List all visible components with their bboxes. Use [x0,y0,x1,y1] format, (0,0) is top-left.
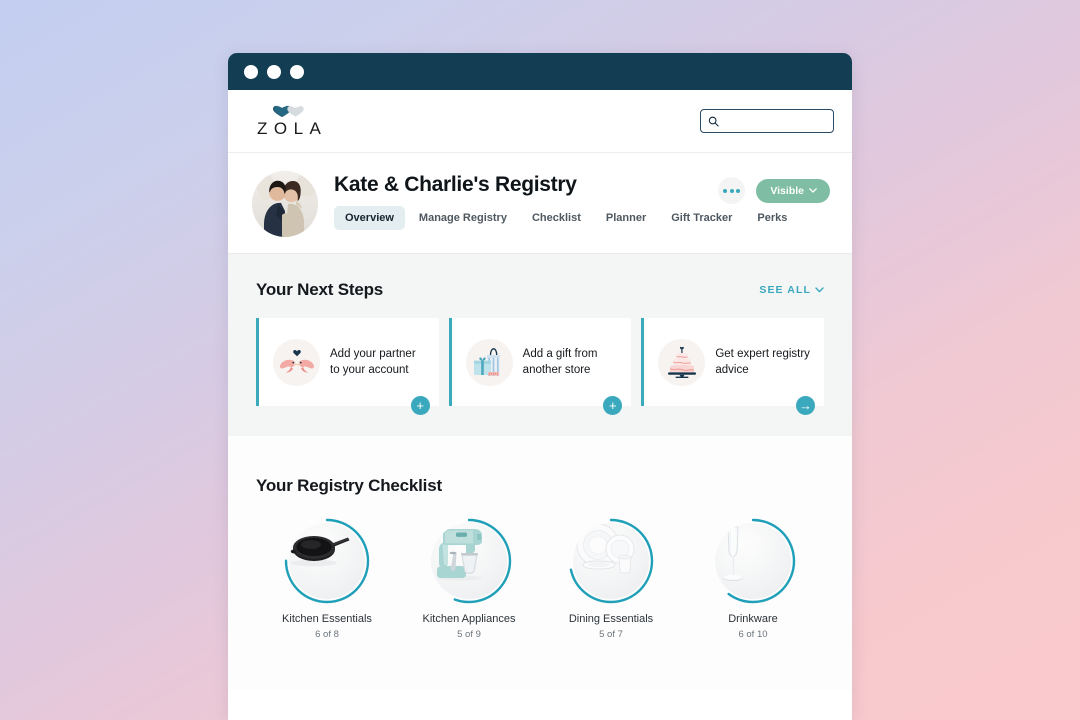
checklist-item-count: 6 of 8 [315,628,339,640]
site-header: ZOLA [228,90,852,153]
next-steps-cards: Add your partner to your account + Add a… [256,318,825,415]
next-steps-section: Your Next Steps SEE ALL Add your partner… [228,254,852,436]
checklist-item-name: Drinkware [728,613,778,625]
couple-photo [252,171,318,237]
progress-ring-arc [426,518,512,604]
next-steps-title: Your Next Steps [256,280,384,299]
plus-icon[interactable]: + [603,396,623,415]
wedding-cake-icon [658,338,706,386]
visibility-label: Visible [770,184,804,197]
checklist-item-name: Kitchen Appliances [422,613,516,625]
progress-ring [568,518,654,604]
checklist-item-drinkware[interactable]: Drinkware 6 of 10 [702,518,804,640]
window-close-dot[interactable] [244,64,258,79]
gift-bag-icon [465,338,513,386]
checklist-item-kitchen-appliances[interactable]: Kitchen Appliances 5 of 9 [418,518,520,640]
registry-nav-tabs: Overview Manage Registry Checklist Plann… [334,206,830,230]
checklist-item-count: 6 of 10 [738,628,768,640]
checklist-item-kitchen-essentials[interactable]: Kitchen Essentials 6 of 8 [276,518,378,640]
see-all-label: SEE ALL [759,284,811,296]
registry-header: Kate & Charlie's Registry Overview Manag… [228,153,852,254]
checklist-item-count: 5 of 7 [599,628,623,640]
love-birds-glyph [279,349,314,373]
tab-manage-registry[interactable]: Manage Registry [408,206,518,230]
love-birds-icon [273,338,320,386]
progress-ring-arc [284,518,370,604]
next-step-card[interactable]: Add your partner to your account + [256,318,439,415]
zola-wordmark: ZOLA [257,119,328,138]
chevron-down-icon [809,188,817,193]
next-step-card[interactable]: Get expert registry advice → [641,318,825,415]
arrow-right-icon[interactable]: → [796,396,816,415]
gift-bag-glyph [474,348,501,376]
next-steps-header: Your Next Steps SEE ALL [256,280,824,300]
plus-icon[interactable]: + [410,396,430,415]
registry-header-actions: Visible [718,177,830,204]
checklist-item-count: 5 of 9 [457,628,481,640]
ellipsis-icon[interactable] [718,177,746,204]
tab-perks[interactable]: Perks [746,206,798,230]
progress-ring [426,518,512,604]
registry-checklist-section: Your Registry Checklist Kitchen Essentia… [228,436,852,690]
visibility-status-badge[interactable]: Visible [756,178,830,203]
see-all-link[interactable]: SEE ALL [759,284,824,296]
avatar[interactable] [252,171,318,237]
progress-ring [710,518,796,604]
search-input[interactable] [724,115,833,127]
next-step-label: Add your partner to your account [330,347,416,376]
progress-ring [284,518,370,604]
search-icon [708,116,719,127]
window-title-bar [228,53,852,90]
next-step-card[interactable]: Add a gift from another store + [448,318,632,415]
tab-checklist[interactable]: Checklist [521,206,592,230]
progress-ring-arc [568,518,654,604]
zola-hearts-icon [273,105,304,117]
checklist-item-dining-essentials[interactable]: Dining Essentials 5 of 7 [560,518,662,640]
search-bar[interactable] [700,109,834,133]
next-step-label: Add a gift from another store [522,347,598,376]
chevron-down-icon [815,287,824,293]
window-minimize-dot[interactable] [267,64,281,79]
next-step-label: Get expert registry advice [715,347,810,376]
progress-ring-arc [710,518,796,604]
window-maximize-dot[interactable] [290,64,304,79]
tab-planner[interactable]: Planner [595,206,657,230]
checklist-title: Your Registry Checklist [256,476,442,495]
checklist-items: Kitchen Essentials 6 of 8 Kitchen Applia… [256,518,824,640]
wedding-cake-glyph [667,346,696,378]
checklist-item-name: Dining Essentials [568,613,654,625]
zola-logo[interactable]: ZOLA [251,105,327,139]
browser-window: ZOLA Kate & Charlie's Registry Overview … [228,53,852,720]
tab-overview[interactable]: Overview [334,206,405,230]
checklist-item-name: Kitchen Essentials [282,613,372,625]
tab-gift-tracker[interactable]: Gift Tracker [660,206,743,230]
